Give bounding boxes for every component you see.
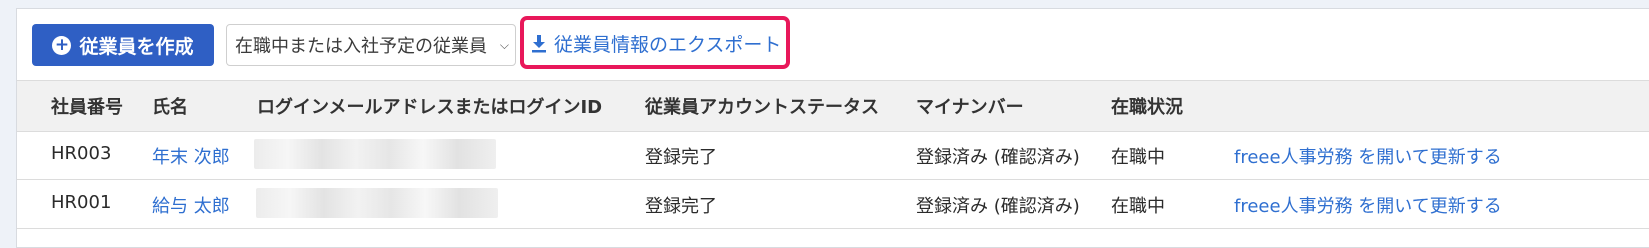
- chevron-down-icon: ⌵: [499, 37, 509, 52]
- employment-status: 在職中: [1111, 147, 1165, 168]
- open-hr-update-link[interactable]: freee人事労務 を開いて更新する: [1234, 143, 1502, 169]
- account-status: 登録完了: [645, 147, 717, 168]
- filter-value: 在職中または入社予定の従業員: [235, 36, 487, 57]
- employment-filter-select[interactable]: 在職中または入社予定の従業員 ⌵: [226, 24, 516, 66]
- redacted-login: [254, 139, 496, 169]
- header-my-number: マイナンバー: [916, 97, 1024, 118]
- my-number-status: 登録済み (確認済み): [916, 147, 1080, 168]
- header-name: 氏名: [152, 97, 188, 118]
- employee-name-link[interactable]: 給与 太郎: [152, 192, 230, 218]
- account-status: 登録完了: [645, 196, 717, 217]
- row-divider: [17, 228, 1649, 229]
- redacted-login: [256, 188, 498, 218]
- employment-status: 在職中: [1111, 196, 1165, 217]
- header-employee-no: 社員番号: [51, 97, 123, 118]
- create-employee-label: 従業員を作成: [79, 35, 194, 58]
- employee-no: HR001: [51, 192, 112, 213]
- export-label: 従業員情報のエクスポート: [554, 33, 782, 56]
- header-login: ログインメールアドレスまたはログインID: [257, 97, 603, 118]
- download-icon: [532, 35, 546, 53]
- header-account-status: 従業員アカウントステータス: [645, 97, 879, 118]
- my-number-status: 登録済み (確認済み): [916, 196, 1080, 217]
- open-hr-update-link[interactable]: freee人事労務 を開いて更新する: [1234, 192, 1502, 218]
- plus-circle-icon: +: [52, 35, 72, 55]
- create-employee-button[interactable]: + 従業員を作成: [32, 24, 214, 66]
- employee-no: HR003: [51, 143, 112, 164]
- employee-name-link[interactable]: 年末 次郎: [152, 143, 230, 169]
- header-employment: 在職状況: [1111, 97, 1183, 118]
- export-employee-info-link[interactable]: 従業員情報のエクスポート: [530, 28, 781, 58]
- row-divider: [17, 179, 1649, 180]
